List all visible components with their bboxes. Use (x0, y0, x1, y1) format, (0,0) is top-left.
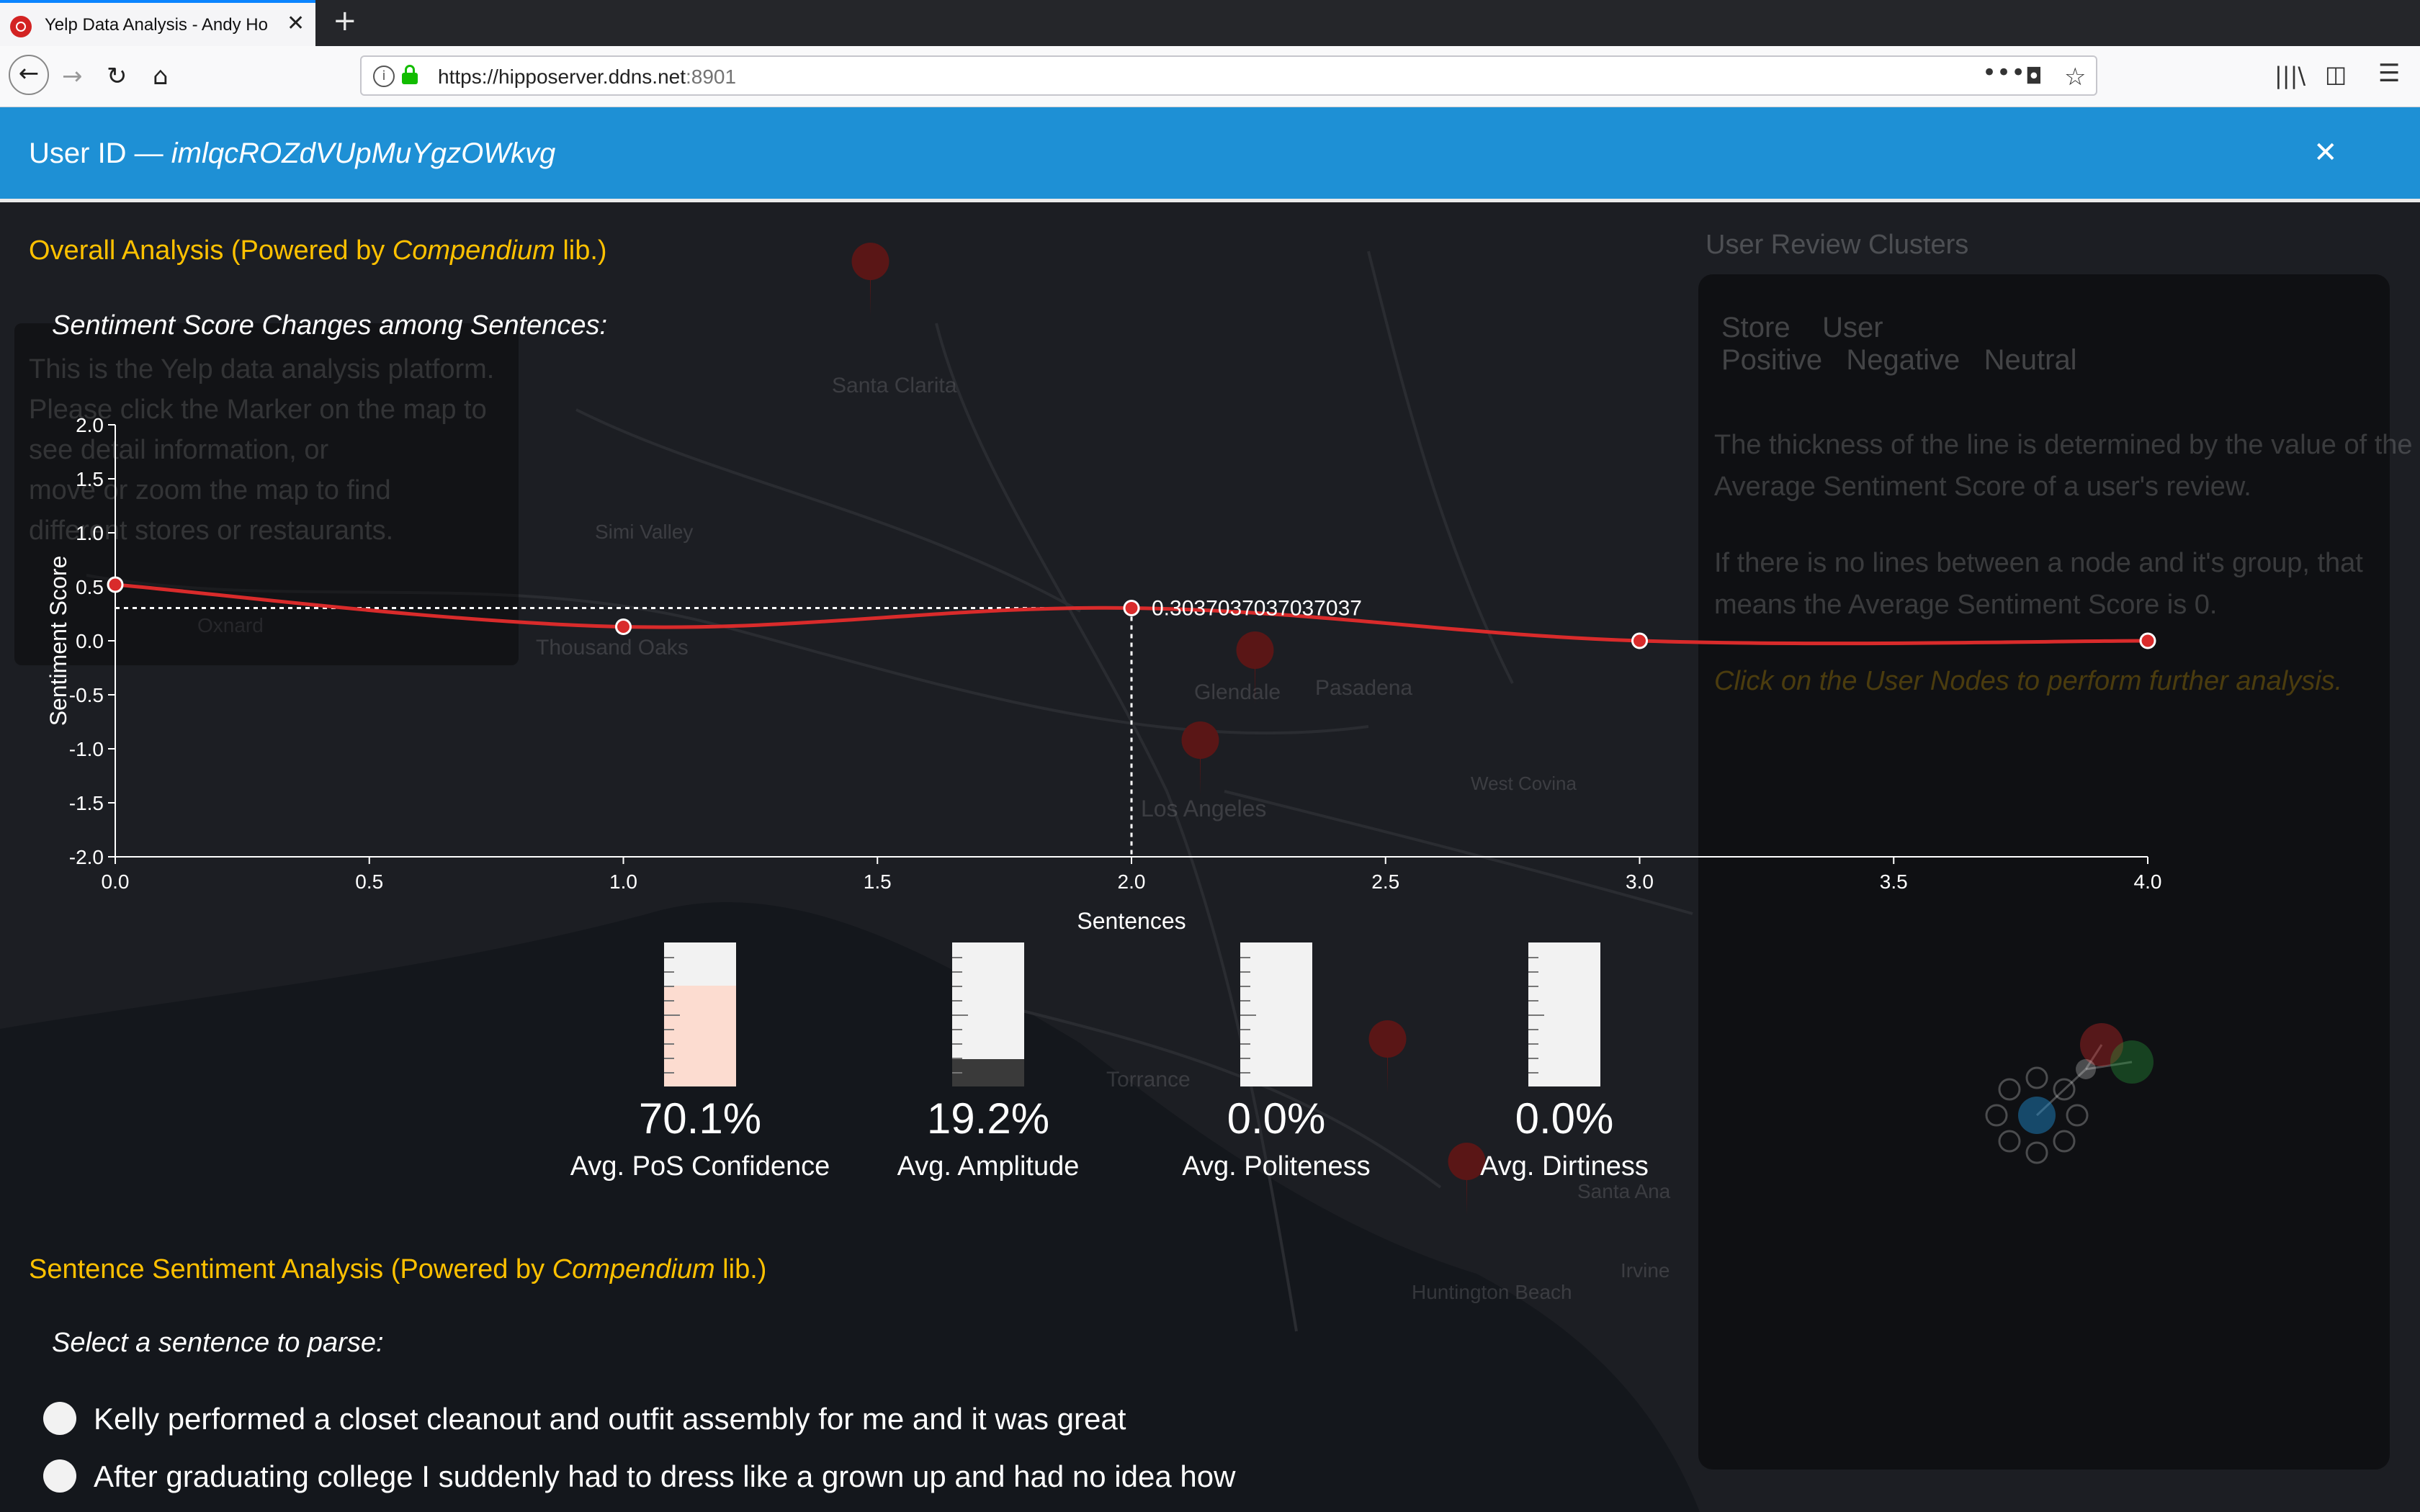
forward-icon[interactable]: → (62, 59, 83, 94)
data-point[interactable] (107, 576, 124, 593)
browser-tab[interactable]: Yelp Data Analysis - Andy Ho ✕ (0, 0, 315, 46)
gauge-value: 19.2% (926, 1094, 1050, 1143)
gauge-fill (664, 985, 736, 1086)
sentence-text[interactable]: After graduating college I suddenly had … (94, 1459, 1235, 1494)
sentiment-line-chart[interactable]: 2.01.51.00.50.0-0.5-1.0-1.5-2.00.0 0.5 1.0… (0, 107, 2420, 1043)
browser-tab-bar: Yelp Data Analysis - Andy Ho ✕ + (0, 0, 2420, 46)
x-tick-label: 2.5 (1371, 870, 1399, 893)
gauge-bar (664, 942, 736, 1086)
gauge-value: 0.0% (1227, 1094, 1326, 1143)
data-point[interactable] (615, 618, 632, 635)
gauge-bar (1528, 942, 1600, 1086)
x-tick-label: 3.0 (1626, 870, 1654, 893)
x-tick-label: 1.0 (609, 870, 637, 893)
new-tab-icon[interactable]: + (333, 4, 357, 37)
highlight-value-label: 0.3037037037037037 (1152, 596, 1362, 620)
select-sentence-prompt: Select a sentence to parse: (52, 1328, 384, 1358)
x-tick-label: 4.0 (2134, 870, 2162, 893)
map-label: Huntington Beach (1412, 1281, 1572, 1303)
y-axis-label: Sentiment Score (45, 556, 71, 726)
map-label: Torrance (1106, 1068, 1191, 1092)
gauge-bar (1240, 942, 1312, 1086)
y-tick-label: 1.5 (76, 468, 104, 490)
x-tick-label: 3.5 (1880, 870, 1908, 893)
y-tick-label: 1.0 (76, 522, 104, 544)
page-content: Santa Clarita Simi Valley Thousand Oaks … (0, 107, 2420, 1512)
y-tick-label: -0.5 (69, 684, 104, 706)
sentence-radio[interactable] (43, 1402, 76, 1435)
map-label: Santa Ana (1577, 1180, 1671, 1202)
tab-close-icon[interactable]: ✕ (287, 11, 305, 36)
y-tick-label: 2.0 (76, 414, 104, 436)
data-point[interactable] (2139, 632, 2156, 649)
yelp-favicon-icon (10, 16, 32, 37)
library-icon[interactable]: |||\ (2275, 62, 2305, 89)
data-point[interactable] (1631, 632, 1648, 649)
lock-icon (402, 65, 418, 84)
x-tick-label: 0.0 (102, 870, 130, 893)
pocket-icon[interactable]: ◘ (2025, 64, 2043, 89)
gauge-fill (952, 1058, 1024, 1086)
sentence-radio[interactable] (43, 1459, 76, 1493)
browser-nav-bar: ← → ↻ ⌂ i https://hipposerver.ddns.net:8… (0, 46, 2420, 107)
bookmark-star-icon[interactable]: ☆ (2064, 63, 2086, 91)
gauge-label: Avg. Dirtiness (1480, 1151, 1649, 1182)
y-tick-label: -1.0 (69, 738, 104, 760)
url-bar[interactable]: i https://hipposerver.ddns.net:8901 ••• … (360, 55, 2097, 96)
reload-icon[interactable]: ↻ (107, 59, 127, 94)
gauge-value: 0.0% (1515, 1094, 1614, 1143)
site-info-icon[interactable]: i (373, 66, 395, 87)
map-label: Irvine (1621, 1259, 1670, 1282)
x-axis-label: Sentences (1077, 908, 1186, 934)
menu-icon[interactable]: ☰ (2378, 59, 2400, 88)
x-tick-label: 2.0 (1118, 870, 1146, 893)
url-text[interactable]: https://hipposerver.ddns.net:8901 (438, 66, 736, 89)
home-icon[interactable]: ⌂ (153, 59, 169, 94)
sentence-analysis-title: Sentence Sentiment Analysis (Powered by … (29, 1254, 767, 1284)
gauge-value: 70.1% (638, 1094, 762, 1143)
y-tick-label: -1.5 (69, 792, 104, 814)
y-tick-label: 0.5 (76, 576, 104, 598)
back-icon[interactable]: ← (9, 55, 49, 95)
tab-title: Yelp Data Analysis - Andy Ho (45, 15, 268, 35)
gauge-label: Avg. Amplitude (897, 1151, 1080, 1182)
sidebar-icon[interactable]: ◫ (2325, 60, 2347, 88)
gauge-label: Avg. PoS Confidence (570, 1151, 830, 1182)
data-point[interactable] (1123, 599, 1140, 616)
gauge-label: Avg. Politeness (1182, 1151, 1371, 1182)
y-tick-label: 0.0 (76, 630, 104, 652)
x-tick-label: 0.5 (355, 870, 383, 893)
page-actions-icon[interactable]: ••• (1982, 58, 2025, 87)
y-tick-label: -2.0 (69, 846, 104, 868)
sentence-text[interactable]: Kelly performed a closet cleanout and ou… (94, 1402, 1126, 1436)
x-tick-label: 1.5 (864, 870, 892, 893)
gauge-bar (952, 942, 1024, 1086)
